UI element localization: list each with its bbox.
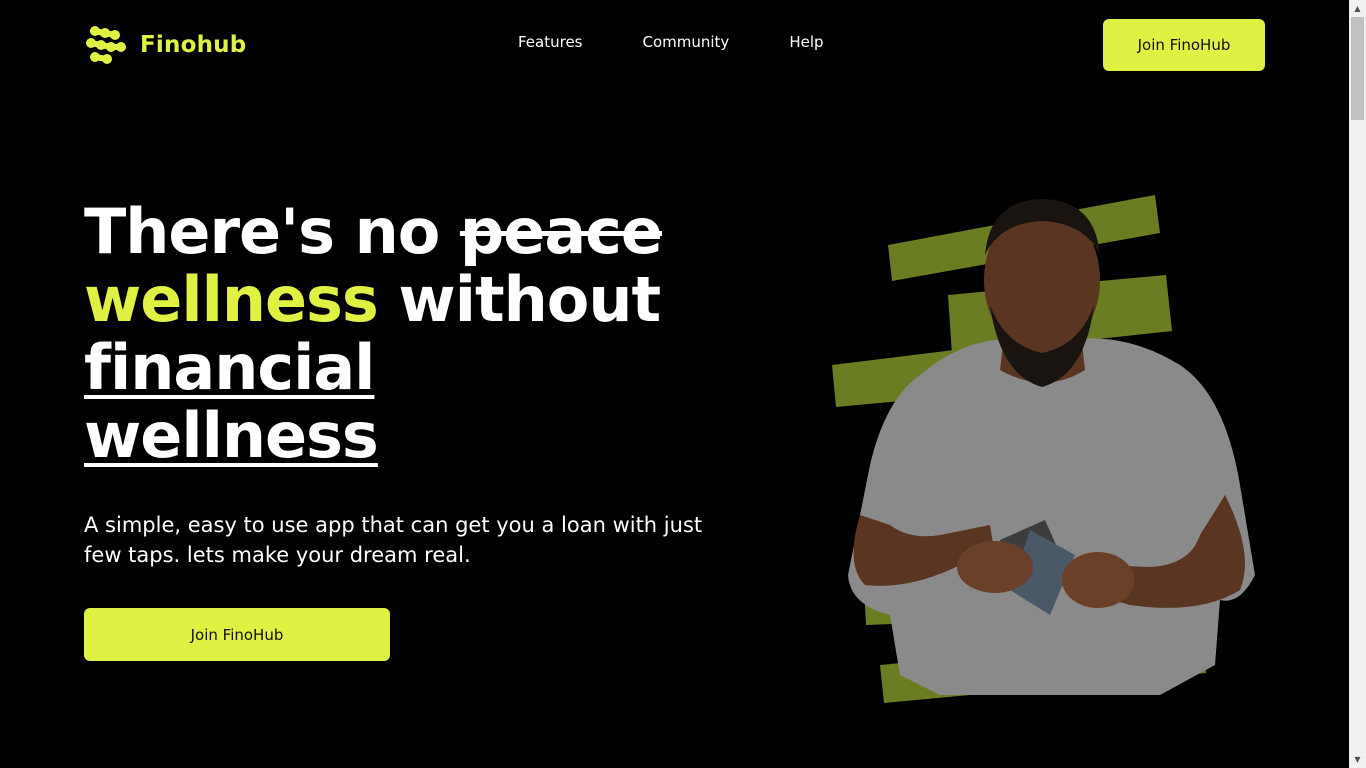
headline-struck-word: peace: [459, 195, 663, 268]
hero-subtext: A simple, easy to use app that can get y…: [84, 513, 703, 567]
nav-item-help[interactable]: Help: [789, 33, 823, 51]
man-checking-wallet-photo: [832, 195, 1255, 703]
nav-item-community[interactable]: Community: [643, 33, 730, 51]
scrollbar-thumb[interactable]: [1351, 17, 1364, 120]
main-nav: Features Community Help: [518, 33, 824, 51]
headline-part2: without: [377, 263, 661, 336]
brand-name: Finohub: [140, 32, 247, 58]
left-hand: [957, 541, 1033, 593]
scroll-down-arrow-icon[interactable]: ▼: [1349, 751, 1366, 768]
brand-logo[interactable]: Finohub: [84, 24, 246, 66]
finohub-logo-icon: [86, 26, 126, 64]
shirt-shape: [848, 338, 1255, 695]
headline-underlined-line2: wellness: [84, 399, 379, 472]
hero-headline: There's no peace wellness without financia…: [84, 198, 724, 470]
page-scrollbar[interactable]: ▲ ▼: [1349, 0, 1366, 768]
nav-item-features[interactable]: Features: [518, 33, 583, 51]
headline-accent-word: wellness: [84, 263, 379, 336]
hero-join-button[interactable]: Join FinoHub: [84, 608, 390, 661]
headline-part1: There's no: [84, 195, 460, 268]
right-hand: [1062, 552, 1134, 608]
headline-underlined-line1: financial: [84, 331, 375, 404]
site-header: Finohub Features Community Help Join Fin…: [0, 0, 1349, 90]
header-join-button[interactable]: Join FinoHub: [1103, 19, 1265, 71]
scroll-up-arrow-icon[interactable]: ▲: [1349, 0, 1366, 17]
